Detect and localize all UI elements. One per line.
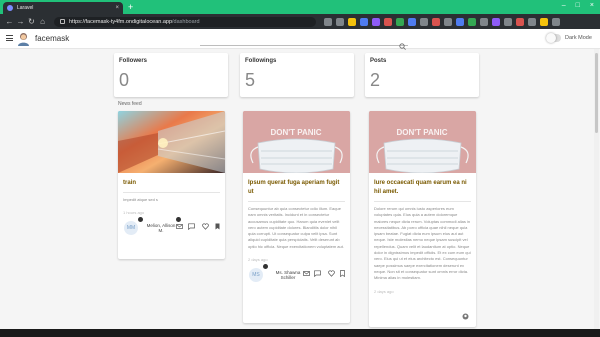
author-avatar[interactable]: MS: [249, 268, 263, 283]
extension-icon[interactable]: [408, 17, 416, 26]
message-icon[interactable]: [303, 270, 310, 277]
window-controls: – □ ×: [562, 2, 594, 9]
author-badge-icon: [138, 217, 143, 223]
reload-icon[interactable]: ↻: [26, 17, 37, 26]
post-title[interactable]: train: [118, 173, 225, 188]
toggle-knob: [546, 33, 556, 43]
post-body: Impedit atque sed s: [123, 197, 158, 202]
stat-label: Posts: [370, 58, 387, 64]
stat-label: Followings: [245, 58, 277, 64]
bookmark-icon[interactable]: [339, 270, 346, 278]
author-name[interactable]: Ms. Shawna Schiller: [270, 270, 306, 280]
post-image[interactable]: [118, 111, 225, 173]
dark-mode-label: Dark Mode: [565, 35, 592, 41]
home-icon[interactable]: ⌂: [37, 17, 48, 26]
page-scrollbar[interactable]: [594, 49, 599, 329]
share-icon[interactable]: [336, 17, 344, 26]
author-badge-icon: [263, 264, 268, 270]
extension-icon[interactable]: [444, 17, 452, 26]
stat-card-followings[interactable]: Followings 5: [240, 53, 354, 97]
svg-text:DON'T PANIC: DON'T PANIC: [396, 128, 447, 137]
back-icon[interactable]: ←: [4, 17, 15, 26]
lock-icon: [60, 19, 65, 24]
bookmark-icon[interactable]: [214, 223, 221, 230]
extension-icon[interactable]: [372, 17, 380, 26]
os-taskbar: [0, 329, 600, 337]
user-settings-icon[interactable]: [462, 313, 469, 320]
extension-icon[interactable]: [516, 17, 524, 26]
author-name[interactable]: Melion, Allison M.: [144, 223, 178, 233]
extension-icon[interactable]: [468, 17, 476, 26]
minimize-icon[interactable]: –: [562, 2, 566, 9]
extension-icon[interactable]: [492, 17, 500, 26]
bookmark-star-icon[interactable]: [348, 17, 356, 26]
post-body: Consequuntur ab quia consectetur odio il…: [248, 206, 344, 249]
post-footer: MS Ms. Shawna Schiller: [243, 264, 350, 288]
extension-icon[interactable]: [396, 17, 404, 26]
kebab-menu-icon[interactable]: [552, 17, 560, 26]
forward-icon[interactable]: →: [15, 17, 26, 26]
browser-tab-strip: Laravel × + – □ ×: [0, 0, 600, 14]
post-body: Dolore rerum qui omnis iusto asperiores …: [374, 206, 471, 281]
post-card: DON'T PANIC Ipsum querat fuga aperiam fu…: [243, 111, 350, 323]
stat-card-posts[interactable]: Posts 2: [365, 53, 479, 97]
dark-mode-toggle[interactable]: [546, 33, 561, 43]
extension-icon[interactable]: [456, 17, 464, 26]
heart-icon[interactable]: [328, 270, 335, 277]
heart-icon[interactable]: [202, 223, 209, 231]
stat-card-followers[interactable]: Followers 0: [114, 53, 228, 97]
comment-icon[interactable]: [188, 223, 195, 231]
post-card: DON'T PANIC Iure occaecati quam earum ea…: [369, 111, 476, 327]
author-avatar[interactable]: MM: [124, 221, 138, 236]
user-avatar-icon[interactable]: [17, 32, 30, 46]
extension-icon[interactable]: [384, 17, 392, 26]
extension-icons: [324, 17, 560, 26]
stat-label: Followers: [119, 58, 148, 64]
extension-icon[interactable]: [360, 17, 368, 26]
extension-icon[interactable]: [504, 17, 512, 26]
address-bar[interactable]: https://facemask-ty4fm.ondigitalocean.ap…: [54, 16, 316, 27]
search-icon[interactable]: [399, 37, 406, 50]
browser-tab-title: Laravel: [17, 5, 34, 11]
puzzle-icon[interactable]: [528, 17, 536, 26]
post-time: 2 days ago: [248, 257, 268, 263]
post-time: 1 hours ago: [123, 210, 145, 216]
browser-toolbar: ← → ↻ ⌂ https://facemask-ty4fm.ondigital…: [0, 14, 600, 29]
app-title[interactable]: facemask: [35, 34, 69, 43]
stat-value: 5: [245, 70, 256, 90]
new-tab-icon[interactable]: +: [128, 2, 133, 12]
scroll-thumb[interactable]: [595, 53, 598, 133]
favicon-icon: [7, 5, 13, 11]
post-time: 2 days ago: [374, 288, 394, 294]
news-feed-label: News feed: [118, 101, 142, 107]
maximize-icon[interactable]: □: [576, 2, 580, 9]
post-title[interactable]: Ipsum querat fuga aperiam fugit ut: [243, 173, 350, 197]
verified-badge-icon: [176, 217, 181, 223]
search-input[interactable]: [200, 36, 408, 50]
svg-text:DON'T PANIC: DON'T PANIC: [270, 128, 321, 137]
comment-icon[interactable]: [314, 270, 321, 278]
profile-icon[interactable]: [540, 17, 548, 26]
menu-icon[interactable]: [6, 35, 13, 41]
post-card: train Impedit atque sed s 1 hours ago MM…: [118, 111, 225, 259]
url-path: /dashboard: [172, 18, 200, 25]
post-image[interactable]: DON'T PANIC: [243, 111, 350, 173]
stat-value: 0: [119, 70, 130, 90]
extension-icon[interactable]: [420, 17, 428, 26]
stat-value: 2: [370, 70, 381, 90]
extension-icon[interactable]: [432, 17, 440, 26]
zoom-icon[interactable]: [324, 17, 332, 26]
window-close-icon[interactable]: ×: [590, 2, 594, 9]
post-footer: MM Melion, Allison M.: [118, 217, 225, 241]
post-title[interactable]: Iure occaecati quam earum ea ni hil amet…: [369, 173, 476, 197]
message-icon[interactable]: [176, 223, 183, 230]
url-host: https://facemask-ty4fm.ondigitalocean.ap…: [69, 18, 173, 25]
post-image[interactable]: DON'T PANIC: [369, 111, 476, 173]
extension-icon[interactable]: [480, 17, 488, 26]
app-header: facemask Dark Mode: [0, 29, 600, 50]
browser-tab[interactable]: Laravel ×: [3, 2, 123, 14]
tab-close-icon[interactable]: ×: [115, 5, 119, 11]
